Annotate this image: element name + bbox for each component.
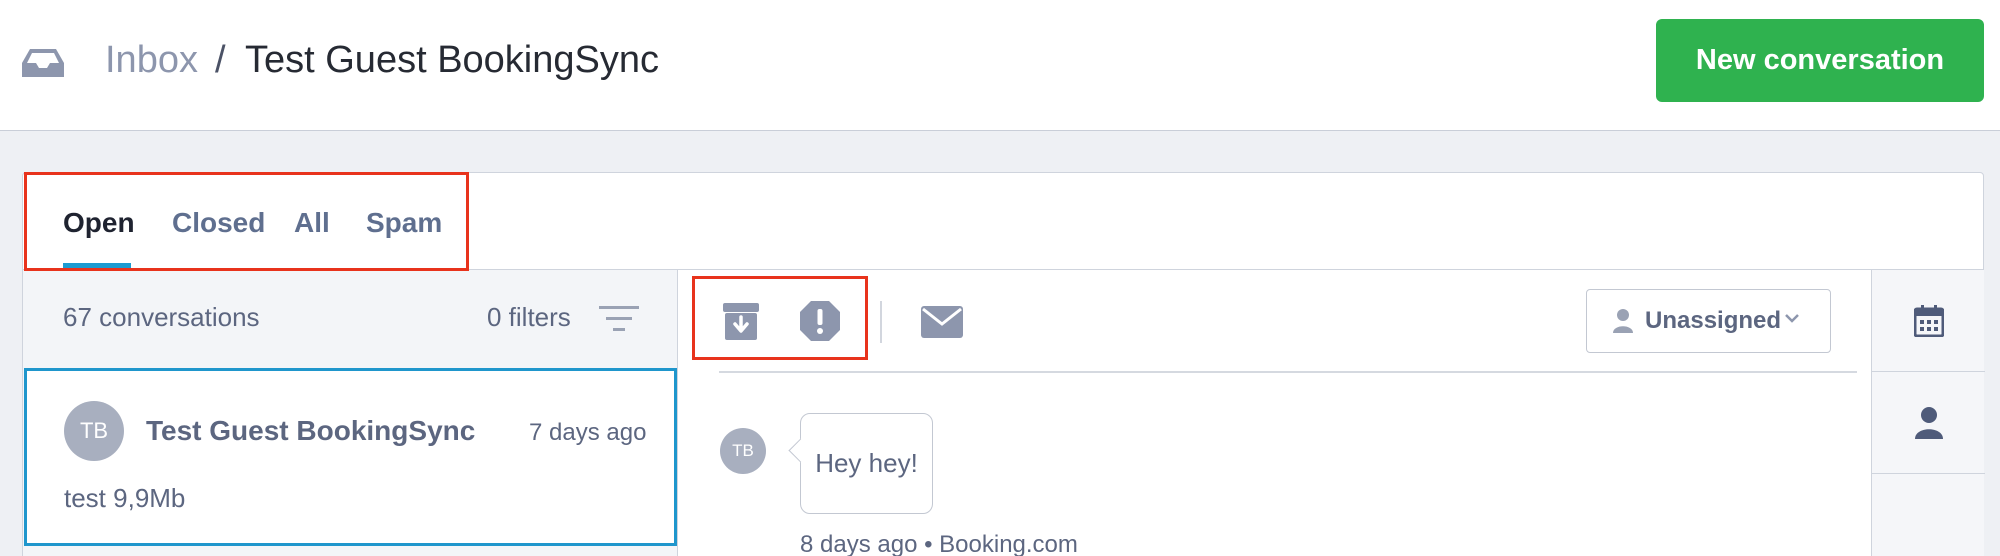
assignee-label: Unassigned	[1645, 307, 1782, 334]
message-text: Hey hey!	[815, 448, 918, 478]
toolbar-divider	[880, 301, 882, 343]
filter-icon[interactable]	[599, 304, 639, 334]
message-meta: 8 days ago • Booking.com	[800, 531, 1078, 556]
conversation-preview: test 9,9Mb	[64, 483, 186, 513]
conversation-count: 67 conversations	[63, 302, 260, 332]
envelope-icon[interactable]	[921, 306, 963, 338]
sidebar-calendar-button[interactable]	[1872, 270, 1985, 372]
new-conversation-button[interactable]: New conversation	[1656, 19, 1984, 102]
breadcrumb-inbox-link[interactable]: Inbox	[105, 36, 198, 84]
inbox-icon	[22, 49, 64, 77]
toolbar-separator	[719, 371, 1857, 373]
breadcrumb-separator: /	[215, 39, 226, 81]
message-avatar: TB	[720, 428, 766, 474]
user-icon	[1613, 309, 1633, 333]
user-icon	[1914, 406, 1943, 439]
right-sidebar	[1871, 270, 1985, 556]
page-title: Test Guest BookingSync	[245, 39, 659, 81]
message-bubble: Hey hey!	[800, 413, 933, 514]
assignee-dropdown[interactable]: Unassigned	[1586, 289, 1831, 353]
avatar: TB	[64, 401, 124, 461]
filters-label[interactable]: 0 filters	[487, 302, 571, 333]
tabs-highlight-box	[24, 172, 469, 271]
conversation-guest-name: Test Guest BookingSync	[146, 415, 476, 446]
chevron-down-icon	[1785, 314, 1799, 323]
conversation-list: 67 conversations 0 filters TB Test Guest…	[23, 270, 678, 556]
calendar-icon	[1913, 304, 1944, 337]
top-header: Inbox / Test Guest BookingSync New conve…	[0, 0, 2000, 131]
sidebar-guest-button[interactable]	[1872, 372, 1985, 474]
conversation-timestamp: 7 days ago	[529, 419, 647, 446]
conversation-item[interactable]: TB Test Guest BookingSync 7 days ago tes…	[24, 368, 677, 546]
actions-highlight-box	[692, 276, 868, 360]
